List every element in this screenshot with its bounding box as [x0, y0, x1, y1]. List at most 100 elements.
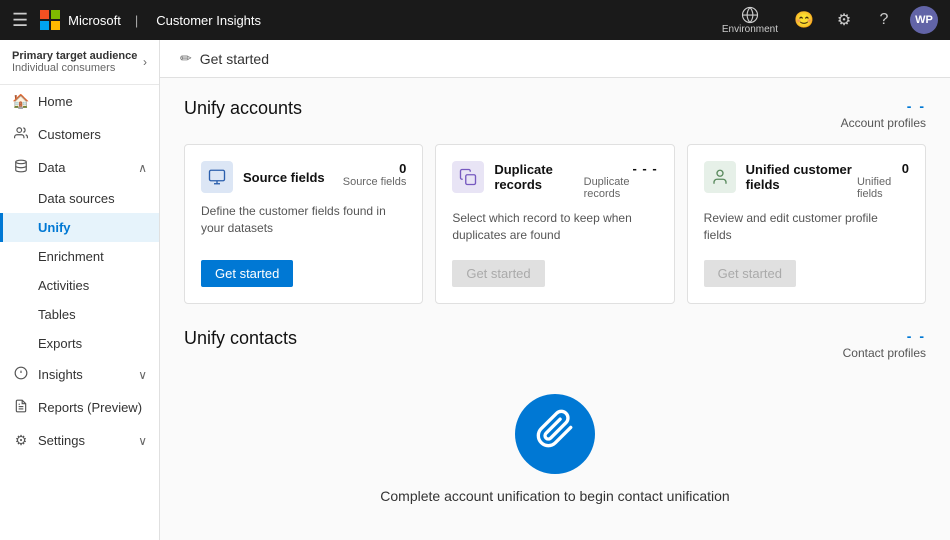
nav-icons: Environment 😊 ⚙ ? WP	[722, 6, 938, 35]
sidebar-item-exports[interactable]: Exports	[0, 329, 159, 358]
customers-icon	[12, 126, 30, 143]
sidebar-item-tables[interactable]: Tables	[0, 300, 159, 329]
logo-area: Microsoft | Customer Insights	[40, 10, 261, 30]
smiley-button[interactable]: 😊	[790, 6, 818, 34]
paperclip-icon	[535, 409, 575, 458]
audience-chevron-icon: ›	[143, 55, 147, 69]
enrichment-label: Enrichment	[38, 249, 104, 264]
top-navigation: ☰ Microsoft | Customer Insights Environm…	[0, 0, 950, 40]
unify-label: Unify	[38, 220, 71, 235]
microsoft-label: Microsoft	[68, 13, 121, 28]
home-icon: 🏠	[12, 93, 30, 110]
contacts-empty-state: Complete account unification to begin co…	[184, 374, 926, 514]
data-sources-label: Data sources	[38, 191, 115, 206]
accounts-meta: - - Account profiles	[841, 98, 926, 130]
sidebar-item-data-sources[interactable]: Data sources	[0, 184, 159, 213]
source-fields-title: Source fields	[243, 170, 325, 185]
hamburger-menu[interactable]: ☰	[12, 10, 28, 31]
source-fields-count-label: Source fields	[343, 176, 407, 188]
duplicate-records-desc: Select which record to keep when duplica…	[452, 206, 657, 244]
audience-selector[interactable]: Primary target audience Individual consu…	[0, 40, 159, 85]
contacts-meta: - - Contact profiles	[843, 328, 926, 360]
activities-label: Activities	[38, 278, 89, 293]
main-header: ✏ Get started	[160, 40, 950, 78]
accounts-cards-row: Source fields 0 Source fields Define the…	[184, 144, 926, 304]
duplicate-records-icon	[452, 161, 484, 193]
tables-label: Tables	[38, 307, 76, 322]
source-fields-top: Source fields 0 Source fields	[201, 161, 406, 193]
breadcrumb-label: Get started	[200, 51, 269, 67]
reports-label: Reports (Preview)	[38, 400, 142, 415]
app-title: Customer Insights	[156, 13, 261, 28]
unified-fields-get-started-btn: Get started	[704, 260, 796, 287]
source-fields-count: 0 Source fields	[343, 161, 407, 188]
duplicate-records-icon-title: Duplicate records	[452, 161, 583, 193]
contacts-section-header: Unify contacts - - Contact profiles	[184, 328, 926, 360]
source-fields-icon	[201, 161, 233, 193]
sidebar-item-insights[interactable]: Insights ∨	[0, 358, 159, 391]
source-fields-get-started-btn[interactable]: Get started	[201, 260, 293, 287]
accounts-meta-label: Account profiles	[841, 116, 926, 130]
help-button[interactable]: ?	[870, 6, 898, 34]
duplicate-records-count-label: Duplicate records	[584, 176, 658, 200]
audience-sub: Individual consumers	[12, 62, 137, 74]
sidebar-item-home[interactable]: 🏠 Home	[0, 85, 159, 118]
edit-icon: ✏	[180, 50, 192, 67]
insights-expand-icon: ∨	[138, 368, 147, 382]
source-fields-desc: Define the customer fields found in your…	[201, 199, 406, 237]
settings-expand-icon: ∨	[138, 434, 147, 448]
environment-selector[interactable]: Environment	[722, 6, 778, 35]
unified-fields-icon	[704, 161, 736, 193]
user-avatar[interactable]: WP	[910, 6, 938, 34]
duplicate-records-action: Get started	[452, 250, 657, 287]
unified-fields-title: Unified customer fields	[746, 162, 857, 192]
settings-icon: ⚙	[12, 432, 30, 449]
data-label: Data	[38, 160, 65, 175]
unified-fields-count-label: Unified fields	[857, 176, 909, 200]
settings-label: Settings	[38, 433, 85, 448]
source-fields-icon-title: Source fields	[201, 161, 325, 193]
environment-label: Environment	[722, 24, 778, 35]
duplicate-records-card: Duplicate records - - - Duplicate record…	[435, 144, 674, 304]
source-fields-action: Get started	[201, 250, 406, 287]
contacts-circle-icon	[515, 394, 595, 474]
sidebar-item-activities[interactable]: Activities	[0, 271, 159, 300]
contacts-meta-dashes: - -	[907, 328, 926, 344]
reports-icon	[12, 399, 30, 416]
insights-label: Insights	[38, 367, 83, 382]
data-sub-items: Data sources Unify Enrichment Activities…	[0, 184, 159, 358]
unified-fields-icon-title: Unified customer fields	[704, 161, 857, 193]
unified-fields-top: Unified customer fields 0 Unified fields	[704, 161, 909, 200]
accounts-title: Unify accounts	[184, 98, 302, 119]
sidebar-item-enrichment[interactable]: Enrichment	[0, 242, 159, 271]
contacts-title: Unify contacts	[184, 328, 297, 349]
unified-fields-desc: Review and edit customer profile fields	[704, 206, 909, 244]
main-layout: Primary target audience Individual consu…	[0, 40, 950, 540]
sidebar-item-customers[interactable]: Customers	[0, 118, 159, 151]
unified-fields-num: 0	[902, 161, 909, 176]
duplicate-records-count: - - - Duplicate records	[584, 161, 658, 200]
microsoft-logo	[40, 10, 60, 30]
sidebar-item-data[interactable]: Data ∧	[0, 151, 159, 184]
main-content-area: ✏ Get started Unify accounts - - Account…	[160, 40, 950, 540]
sidebar-item-settings[interactable]: ⚙ Settings ∨	[0, 424, 159, 457]
duplicate-records-get-started-btn: Get started	[452, 260, 544, 287]
accounts-section-header: Unify accounts - - Account profiles	[184, 98, 926, 130]
environment-icon	[741, 6, 759, 24]
data-icon	[12, 159, 30, 176]
contacts-meta-label: Contact profiles	[843, 346, 926, 360]
settings-icon-btn[interactable]: ⚙	[830, 6, 858, 34]
unified-fields-action: Get started	[704, 250, 909, 287]
sidebar-item-unify[interactable]: Unify	[0, 213, 159, 242]
contacts-section: Unify contacts - - Contact profiles	[184, 328, 926, 514]
duplicate-records-num: - - -	[632, 161, 657, 176]
unified-customer-fields-card: Unified customer fields 0 Unified fields…	[687, 144, 926, 304]
sidebar-item-reports[interactable]: Reports (Preview)	[0, 391, 159, 424]
exports-label: Exports	[38, 336, 82, 351]
contacts-empty-msg: Complete account unification to begin co…	[380, 488, 729, 504]
source-fields-num: 0	[399, 161, 406, 176]
audience-label: Primary target audience	[12, 50, 137, 62]
insights-icon	[12, 366, 30, 383]
source-fields-card: Source fields 0 Source fields Define the…	[184, 144, 423, 304]
customers-label: Customers	[38, 127, 101, 142]
